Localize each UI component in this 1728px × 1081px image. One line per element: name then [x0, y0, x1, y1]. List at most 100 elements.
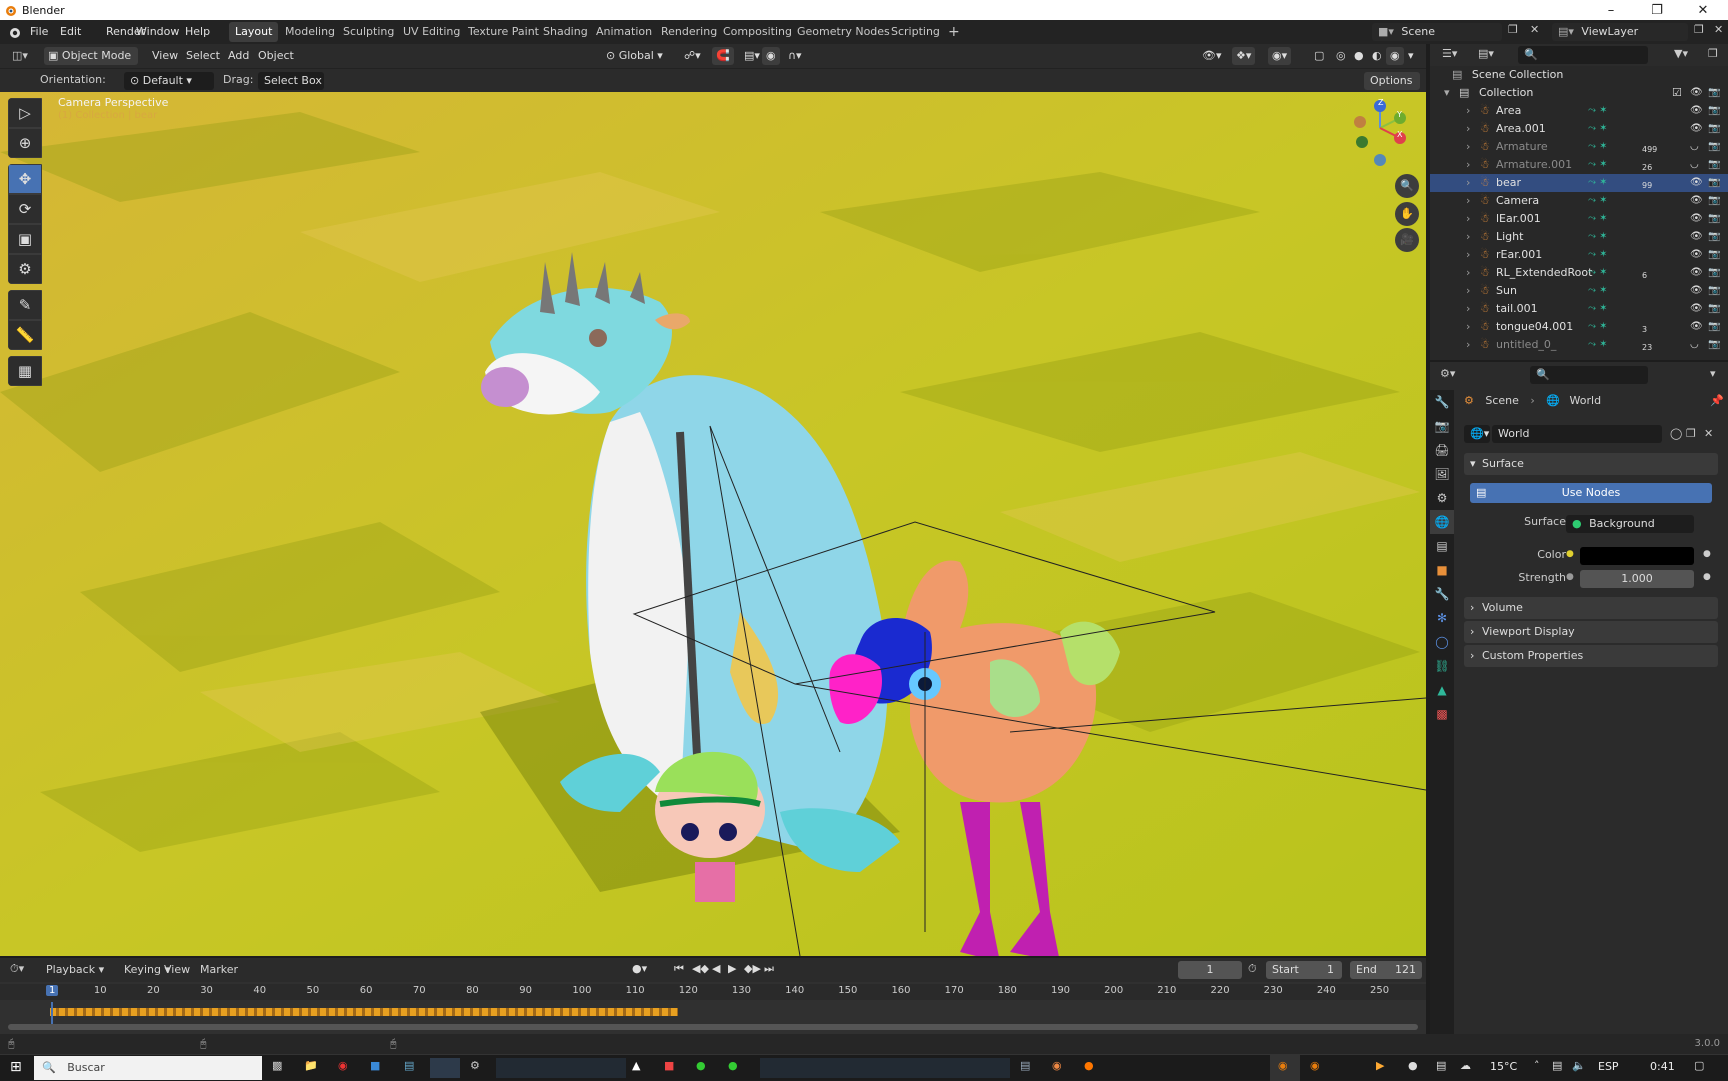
use-nodes-button[interactable]: ▤ Use Nodes	[1470, 483, 1712, 503]
eye-icon[interactable]: ◡	[1690, 138, 1699, 156]
render-camera-icon[interactable]: 📷	[1708, 210, 1720, 228]
tab-scripting[interactable]: Scripting	[885, 22, 946, 42]
material-shading-icon[interactable]: ◐	[1368, 47, 1386, 65]
expand-icon[interactable]: ›	[1466, 300, 1470, 318]
outliner-collection[interactable]: ▾ ▤ Collection ☑ 👁 📷	[1430, 84, 1728, 102]
render-camera-icon[interactable]: 📷	[1708, 300, 1720, 318]
outliner-item[interactable]: › ☃ Light ⤳ ✶ 👁 📷	[1430, 228, 1728, 246]
eye-icon[interactable]: 👁	[1690, 102, 1703, 120]
expand-icon[interactable]: ›	[1466, 156, 1470, 174]
gizmo-toggle-icon[interactable]: ❖▾	[1232, 47, 1256, 65]
pivot-point-icon[interactable]: ☍▾	[680, 47, 705, 65]
clock[interactable]: 0:41	[1650, 1060, 1675, 1073]
app-icon-9[interactable]: ●	[728, 1059, 738, 1072]
outliner-item[interactable]: › ☃ lEar.001 ⤳ ✶ 👁 📷	[1430, 210, 1728, 228]
viewlayer-selector[interactable]: ▤▾ ViewLayer	[1552, 23, 1688, 41]
scale-icon[interactable]: ▣	[8, 224, 42, 254]
modifier-icons[interactable]: ⤳ ✶	[1588, 156, 1608, 174]
modifier-icons[interactable]: ⤳ ✶	[1588, 336, 1608, 354]
outliner-item[interactable]: › ☃ untitled_0_ ⤳ ✶ 23 ◡ 📷	[1430, 336, 1728, 354]
drag-dropdown[interactable]: Select Box ▾	[258, 72, 324, 105]
visibility-icon[interactable]: 👁▾	[1198, 47, 1226, 65]
render-camera-icon[interactable]: 📷	[1708, 120, 1720, 138]
overlay-toggle-icon[interactable]: ◉▾	[1268, 47, 1292, 65]
modifier-icons[interactable]: ⤳ ✶	[1588, 210, 1608, 228]
surface-shader-field[interactable]: ● Background	[1566, 515, 1694, 533]
preview-range-icon[interactable]: ⏱	[1248, 962, 1257, 976]
maximize-icon[interactable]: ❐	[1634, 0, 1680, 20]
render-tab-icon[interactable]: 📷	[1430, 414, 1454, 438]
taskbar-window-preview[interactable]	[496, 1058, 626, 1078]
panel-surface[interactable]: ▾ Surface	[1464, 453, 1718, 475]
eye-icon[interactable]: 👁	[1690, 228, 1703, 246]
taskbar-search-input[interactable]: 🔍 Buscar	[34, 1056, 262, 1080]
expand-icon[interactable]: ›	[1466, 336, 1470, 354]
add-workspace-icon[interactable]: +	[942, 22, 966, 42]
unlink-world-icon[interactable]: ✕	[1704, 427, 1713, 440]
color-swatch[interactable]	[1580, 547, 1694, 565]
eye-icon[interactable]: 👁	[1690, 318, 1703, 336]
expand-icon[interactable]: ›	[1466, 318, 1470, 336]
outliner-item[interactable]: › ☃ Armature ⤳ ✶ 499 ◡ 📷	[1430, 138, 1728, 156]
scene-tab-icon[interactable]: ⚙	[1430, 486, 1454, 510]
properties-options-icon[interactable]: ▾	[1710, 367, 1716, 380]
play-icon[interactable]: ▶	[728, 962, 736, 975]
tab-shading[interactable]: Shading	[537, 22, 594, 42]
world-browse-icon[interactable]: 🌐▾	[1464, 425, 1490, 443]
new-scene-icon[interactable]: ❐	[1508, 23, 1518, 36]
timeline-menu-marker[interactable]: Marker	[200, 963, 238, 976]
blender-menu-icon[interactable]	[8, 25, 22, 39]
eye-icon[interactable]: 👁	[1690, 192, 1703, 210]
modifier-icons[interactable]: ⤳ ✶	[1588, 174, 1608, 192]
task-view-icon[interactable]: ▩	[272, 1059, 282, 1072]
file-explorer-icon[interactable]: 📁	[304, 1059, 318, 1072]
3d-viewport[interactable]: Camera Perspective (1) Collection | bear…	[0, 92, 1426, 956]
color-keyframe-icon[interactable]: ●	[1703, 549, 1711, 559]
expand-icon[interactable]: ›	[1466, 138, 1470, 156]
eye-icon[interactable]: 👁	[1690, 246, 1703, 264]
tab-sculpting[interactable]: Sculpting	[337, 22, 400, 42]
outliner-item[interactable]: › ☃ Camera ⤳ ✶ 👁 📷	[1430, 192, 1728, 210]
outliner-item[interactable]: › ☃ Armature.001 ⤳ ✶ 26 ◡ 📷	[1430, 156, 1728, 174]
world-tab-icon[interactable]: 🌐	[1430, 510, 1454, 534]
record-icon[interactable]: ●▾	[632, 962, 647, 975]
modifier-tab-icon[interactable]: 🔧	[1430, 582, 1454, 606]
play-reverse-icon[interactable]: ◀	[712, 962, 720, 975]
expand-icon[interactable]: ›	[1466, 264, 1470, 282]
annotate-icon[interactable]: ✎	[8, 290, 42, 320]
falloff-icon[interactable]: ∩▾	[784, 47, 806, 65]
proportional-edit-icon[interactable]: ◉	[762, 47, 780, 65]
eye-icon[interactable]: 👁	[1690, 264, 1703, 282]
end-frame-field[interactable]: End 121	[1350, 961, 1422, 979]
snap-target-icon[interactable]: ▤▾	[740, 47, 764, 65]
modifier-icons[interactable]: ⤳ ✶	[1588, 246, 1608, 264]
render-camera-icon[interactable]: 📷	[1708, 336, 1720, 354]
menu-help[interactable]: Help	[185, 20, 210, 44]
modifier-icons[interactable]: ⤳ ✶	[1588, 102, 1608, 120]
properties-search-input[interactable]: 🔍	[1530, 366, 1648, 384]
panel-volume[interactable]: › Volume	[1464, 597, 1718, 619]
wireframe-shading-icon[interactable]: ◎	[1332, 47, 1350, 65]
outliner-item[interactable]: › ☃ rEar.001 ⤳ ✶ 👁 📷	[1430, 246, 1728, 264]
tab-modeling[interactable]: Modeling	[279, 22, 341, 42]
data-tab-icon[interactable]: ▲	[1430, 678, 1454, 702]
volume-icon[interactable]: 🔈	[1572, 1059, 1586, 1072]
viewport-menu-view[interactable]: View	[148, 47, 182, 65]
eye-icon[interactable]: 👁	[1690, 174, 1703, 192]
outliner-item[interactable]: › ☃ Area ⤳ ✶ 👁 📷	[1430, 102, 1728, 120]
jump-start-icon[interactable]: ⏮	[674, 962, 684, 976]
menu-edit[interactable]: Edit	[60, 20, 81, 44]
modifier-icons[interactable]: ⤳ ✶	[1588, 300, 1608, 318]
options-button[interactable]: Options ▾	[1364, 72, 1420, 105]
mode-selector[interactable]: ▣ Object Mode ▾	[44, 47, 138, 80]
rendered-shading-icon[interactable]: ◉	[1386, 47, 1404, 65]
render-camera-icon[interactable]: 📷	[1708, 318, 1720, 336]
panel-custom-properties[interactable]: › Custom Properties	[1464, 645, 1718, 667]
measure-icon[interactable]: 📏	[8, 320, 42, 350]
frame-ruler[interactable]: 1 10 20 30 40 50 60 70 80 90 100 110 120 130 140 150 160…	[0, 984, 1426, 1000]
render-camera-icon[interactable]: 📷	[1708, 174, 1720, 192]
outliner-editor-icon[interactable]: ☰▾	[1442, 47, 1457, 60]
zoom-icon[interactable]: 🔍	[1395, 174, 1419, 198]
timeline-menu-playback[interactable]: Playback ▾	[46, 963, 104, 976]
particles-tab-icon[interactable]: ✻	[1430, 606, 1454, 630]
